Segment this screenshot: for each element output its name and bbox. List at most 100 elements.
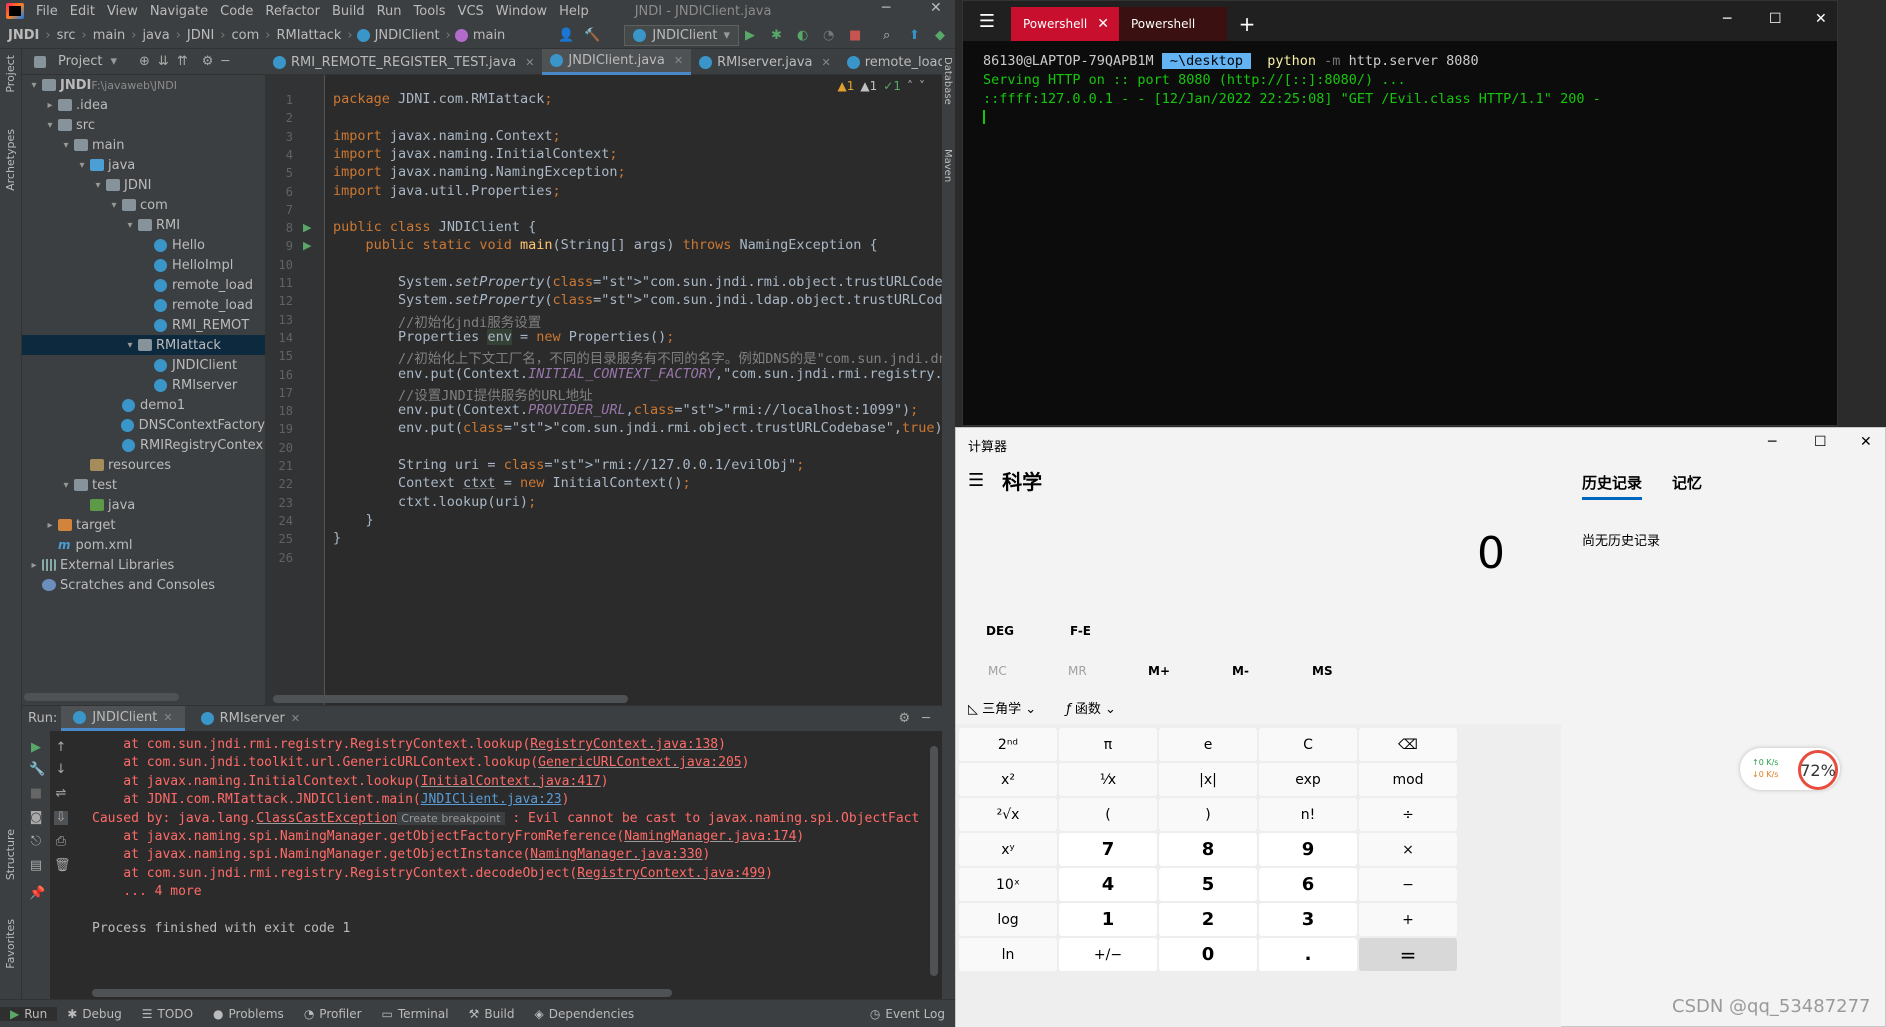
stack-trace-link[interactable]: JNDIClient.java:23 — [421, 792, 562, 807]
minimize-icon[interactable]: ─ — [882, 0, 890, 16]
trigonometry-dropdown[interactable]: ◺ 三角学 ⌄ — [968, 698, 1036, 717]
tab-close-icon[interactable]: ✕ — [525, 56, 534, 69]
hide-icon[interactable]: ─ — [221, 54, 229, 69]
tree-item[interactable]: resources — [22, 455, 265, 475]
run-gutter-icon[interactable]: ▶ — [303, 239, 311, 252]
tree-item[interactable]: m pom.xml — [22, 535, 265, 555]
gear-icon[interactable]: ⚙ — [899, 711, 919, 726]
gear-icon[interactable]: ⚙ — [202, 54, 214, 69]
tree-item[interactable]: ▾ test — [22, 475, 265, 495]
chevron-down-icon[interactable]: ▾ — [124, 340, 136, 351]
close-icon[interactable]: ✕ — [291, 712, 300, 725]
chevron-down-icon[interactable]: ▾ — [44, 120, 56, 131]
profile-icon[interactable]: ◔ — [823, 28, 837, 43]
menu-run[interactable]: Run — [371, 4, 408, 19]
editor-tab[interactable]: RMIserver.java ✕ — [691, 49, 839, 75]
breadcrumb-item[interactable]: JNDIClient — [375, 28, 444, 43]
run-tab-jndiclient[interactable]: JNDIClient ✕ — [61, 706, 185, 731]
memory-subtract-button[interactable]: M- — [1232, 664, 1249, 678]
todo-tool-tab[interactable]: ☰ TODO — [132, 1007, 203, 1021]
user-icon[interactable]: 👤 — [558, 28, 574, 43]
collapse-all-icon[interactable]: ⇈ — [177, 54, 188, 69]
editor-tab-active[interactable]: JNDIClient.java ✕ — [542, 49, 692, 75]
coverage-icon[interactable]: ◐ — [797, 28, 811, 43]
tree-item[interactable]: ▸ target — [22, 515, 265, 535]
calc-key[interactable]: ¹⁄x — [1059, 763, 1157, 796]
breadcrumb-item[interactable]: com — [228, 28, 264, 43]
code-area[interactable]: package JDNI.com.RMIattack; import javax.… — [333, 75, 943, 705]
hammer-icon[interactable]: 🔨 — [584, 28, 600, 43]
tree-item[interactable]: ▾ src — [22, 115, 265, 135]
chevron-down-icon[interactable]: ▾ — [76, 160, 88, 171]
console-scrollbar[interactable] — [930, 746, 938, 976]
event-log-tool-tab[interactable]: ◷ Event Log — [860, 1007, 955, 1021]
chevron-right-icon[interactable]: ▸ — [44, 100, 56, 111]
dependencies-tool-tab[interactable]: ◈ Dependencies — [525, 1007, 645, 1021]
calc-key[interactable]: . — [1259, 938, 1357, 971]
tree-item[interactable]: Scratches and Consoles — [22, 575, 265, 595]
calc-key[interactable]: ⌫ — [1359, 728, 1457, 761]
breadcrumb-item[interactable]: JNDI — [0, 28, 43, 43]
menu-icon[interactable]: ☰ — [968, 470, 984, 491]
down-arrow-icon[interactable]: ↓ — [54, 763, 68, 777]
close-icon[interactable]: ✕ — [163, 711, 172, 724]
chevron-down-icon[interactable]: ▾ — [60, 480, 72, 491]
maven-tool-button[interactable]: Maven — [942, 149, 953, 182]
run-config-select[interactable]: JNDIClient ▾ — [624, 24, 739, 46]
calc-key[interactable]: − — [1359, 868, 1457, 901]
plugin-icon[interactable]: ◆ — [935, 28, 949, 43]
soft-wrap-icon[interactable]: ⇌ — [54, 787, 68, 801]
calc-key[interactable]: 8 — [1159, 833, 1257, 866]
fe-button[interactable]: F-E — [1070, 624, 1091, 638]
tree-item[interactable]: ▾ JDNI — [22, 175, 265, 195]
camera-icon[interactable]: ◙ — [29, 811, 43, 825]
calc-key[interactable]: 3 — [1259, 903, 1357, 936]
calc-key[interactable]: exp — [1259, 763, 1357, 796]
tree-item[interactable]: ▸ External Libraries — [22, 555, 265, 575]
calc-key[interactable]: mod — [1359, 763, 1457, 796]
trash-icon[interactable]: 🗑 — [54, 859, 71, 873]
menu-refactor[interactable]: Refactor — [259, 4, 326, 19]
exit-icon[interactable]: ⎋ — [29, 835, 43, 849]
tree-item[interactable]: ▾ com — [22, 195, 265, 215]
tree-item[interactable]: demo1 — [22, 395, 265, 415]
memory-add-button[interactable]: M+ — [1148, 664, 1170, 678]
close-icon[interactable]: ✕ — [1097, 16, 1109, 32]
tree-item[interactable]: RMI_REMOT — [22, 315, 265, 335]
tree-item[interactable]: Hello — [22, 235, 265, 255]
calc-key[interactable]: ) — [1159, 798, 1257, 831]
menu-code[interactable]: Code — [214, 4, 259, 19]
stack-trace-link[interactable]: RegistryContext.java:138 — [530, 737, 718, 752]
breadcrumb-item[interactable]: main — [89, 28, 129, 43]
calc-key[interactable]: x² — [959, 763, 1057, 796]
hide-icon[interactable]: ─ — [922, 711, 942, 726]
create-breakpoint-link[interactable]: Create breakpoint — [397, 811, 505, 825]
run-tool-tab[interactable]: ▶ Run — [0, 1006, 58, 1021]
run-tab-rmiserver[interactable]: RMIserver ✕ — [189, 706, 312, 731]
close-icon[interactable]: ✕ — [1815, 11, 1827, 27]
tab-memory[interactable]: 记忆 — [1672, 472, 1702, 500]
calc-key[interactable]: |x| — [1159, 763, 1257, 796]
print-icon[interactable]: ⎙ — [54, 835, 68, 849]
editor-tab[interactable]: remote_load_te — [839, 49, 955, 75]
tree-item[interactable]: ▾ java — [22, 155, 265, 175]
breadcrumb-item[interactable]: main — [473, 28, 509, 43]
chevron-down-icon[interactable]: ▾ — [108, 200, 120, 211]
structure-tool-button[interactable]: Structure — [4, 829, 17, 880]
chevron-down-icon[interactable]: ▾ — [28, 80, 40, 91]
locate-icon[interactable]: ⊕ — [139, 54, 150, 69]
tab-close-icon[interactable]: ✕ — [821, 56, 830, 69]
calc-key[interactable]: ²√x — [959, 798, 1057, 831]
layout-icon[interactable]: ▤ — [29, 859, 43, 873]
scroll-to-end-icon[interactable]: ⇩ — [54, 811, 68, 825]
breadcrumb-item[interactable]: src — [53, 28, 80, 43]
maximize-icon[interactable]: ☐ — [1814, 434, 1827, 450]
problems-tool-tab[interactable]: ● Problems — [203, 1007, 294, 1021]
editor-tab[interactable]: RMI_REMOTE_REGISTER_TEST.java ✕ — [265, 49, 542, 75]
inspection-widget[interactable]: ▲1 ▲1 ✓1 ˄ ˅ — [838, 79, 925, 93]
close-icon[interactable]: ✕ — [1860, 434, 1872, 450]
calc-key[interactable]: × — [1359, 833, 1457, 866]
close-icon[interactable]: ✕ — [930, 0, 942, 16]
function-dropdown[interactable]: ƒ 函数 ⌄ — [1066, 698, 1116, 717]
stack-trace-link[interactable]: NamingManager.java:174 — [624, 829, 796, 844]
